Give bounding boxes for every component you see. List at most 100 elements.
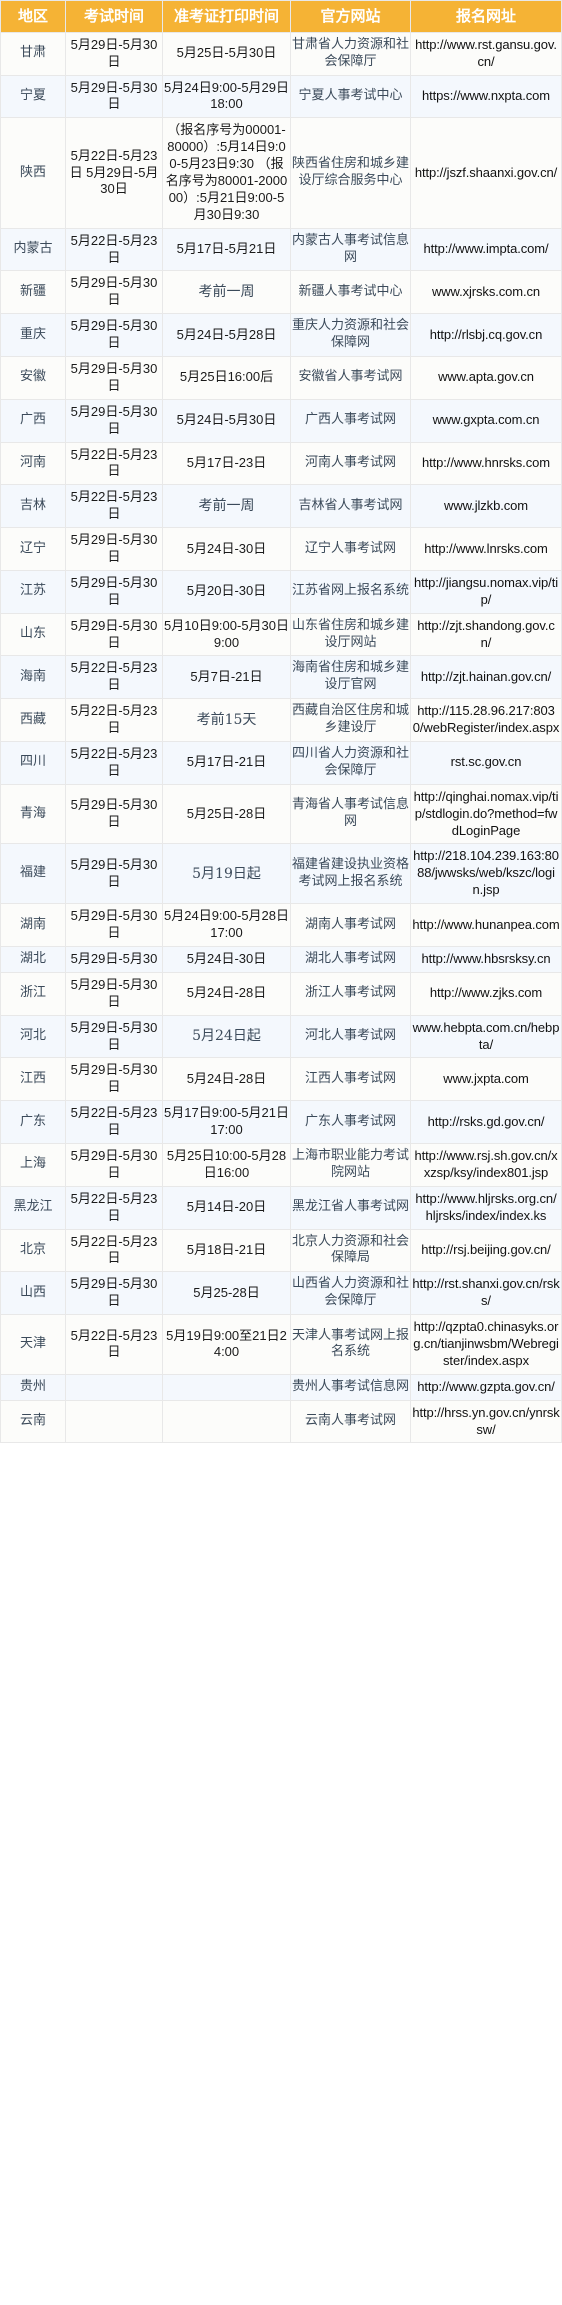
cell-exam-time: 5月29日-5月30日 [66,1143,162,1186]
cell-admit-print-time: 5月24日9:00-5月29日18:00 [163,75,290,118]
table-row: 广东 5月22日-5月23日 5月17日9:00-5月21日17:00 广东人事考试网… [1,1101,561,1143]
cell-region: 湖北 [1,946,65,972]
cell-region: 黑龙江 [1,1186,65,1229]
cell-exam-time: 5月29日-5月30日 [66,570,162,613]
table-row: 北京 5月22日-5月23日 5月18日-21日 北京人力资源和社会保障局 http:/… [1,1229,561,1272]
cell-official-site: 西藏自治区住房和城乡建设厅 [291,699,410,742]
cell-region: 宁夏 [1,75,65,118]
cell-exam-time: 5月29日-5月30日 [66,904,162,946]
table-header-row: 地区 考试时间 准考证打印时间 官方网站 报名网址 [1,1,561,32]
cell-region: 新疆 [1,271,65,314]
cell-admit-print-time: 5月25日16:00后 [163,357,290,399]
table-row: 吉林 5月22日-5月23日 考前一周 吉林省人事考试网 www.jlzkb.com [1,485,561,528]
cell-register-url: http://qinghai.nomax.vip/tip/stdlogin.do… [411,784,561,844]
cell-admit-print-time: 5月17日9:00-5月21日17:00 [163,1101,290,1143]
cell-register-url: http://zjt.shandong.gov.cn/ [411,613,561,656]
cell-region: 西藏 [1,699,65,742]
cell-exam-time: 5月29日-5月30日 [66,399,162,442]
cell-register-url: www.xjrsks.com.cn [411,271,561,314]
cell-register-url: http://rlsbj.cq.gov.cn [411,314,561,356]
cell-region: 重庆 [1,314,65,356]
cell-exam-time: 5月29日-5月30日 [66,972,162,1015]
cell-register-url: http://www.rsj.sh.gov.cn/xxzsp/ksy/index… [411,1143,561,1186]
cell-register-url: http://www.hnrsks.com [411,442,561,485]
cell-exam-time: 5月29日-5月30日 [66,271,162,314]
cell-official-site: 福建省建设执业资格考试网上报名系统 [291,844,410,904]
cell-region: 云南 [1,1400,65,1443]
cell-register-url: http://jszf.shaanxi.gov.cn/ [411,118,561,228]
cell-exam-time: 5月29日-5月30日 [66,1015,162,1058]
cell-register-url: http://www.lnrsks.com [411,528,561,570]
cell-exam-time: 5月22日-5月23日 [66,1186,162,1229]
column-header-region: 地区 [1,1,65,32]
cell-admit-print-time: 5月7日-21日 [163,656,290,699]
table-row: 山东 5月29日-5月30日 5月10日9:00-5月30日9:00 山东省住房和城乡… [1,613,561,656]
cell-region: 内蒙古 [1,228,65,271]
cell-region: 青海 [1,784,65,844]
cell-admit-print-time: 5月25日-28日 [163,784,290,844]
table-row: 重庆 5月29日-5月30日 5月24日-5月28日 重庆人力资源和社会保障网 http… [1,314,561,356]
cell-region: 海南 [1,656,65,699]
cell-register-url: www.apta.gov.cn [411,357,561,399]
cell-admit-print-time: 5月25日10:00-5月28日16:00 [163,1143,290,1186]
cell-admit-print-time: 5月17日-23日 [163,442,290,485]
cell-region: 福建 [1,844,65,904]
table-row: 辽宁 5月29日-5月30日 5月24日-30日 辽宁人事考试网 http://www.… [1,528,561,570]
cell-admit-print-time: 5月19日起 [163,844,290,904]
cell-admit-print-time: 5月24日-5月30日 [163,399,290,442]
cell-register-url: http://jiangsu.nomax.vip/tip/ [411,570,561,613]
cell-official-site: 山东省住房和城乡建设厅网站 [291,613,410,656]
cell-exam-time: 5月29日-5月30日 [66,613,162,656]
table-row: 陕西 5月22日-5月23日 5月29日-5月30日 （报名序号为00001-800… [1,118,561,228]
cell-region: 吉林 [1,485,65,528]
cell-admit-print-time [163,1374,290,1400]
cell-exam-time: 5月29日-5月30日 [66,1272,162,1315]
cell-region: 安徽 [1,357,65,399]
cell-exam-time: 5月22日-5月23日 [66,699,162,742]
cell-admit-print-time: 5月14日-20日 [163,1186,290,1229]
cell-region: 河南 [1,442,65,485]
cell-region: 浙江 [1,972,65,1015]
cell-official-site: 甘肃省人力资源和社会保障厅 [291,32,410,75]
cell-official-site: 湖南人事考试网 [291,904,410,946]
table-row: 山西 5月29日-5月30日 5月25-28日 山西省人力资源和社会保障厅 http:/… [1,1272,561,1315]
cell-exam-time: 5月22日-5月23日 [66,656,162,699]
cell-register-url: http://218.104.239.163:8088/jwwsks/web/k… [411,844,561,904]
table-row: 贵州 贵州人事考试信息网 http://www.gzpta.gov.cn/ [1,1374,561,1400]
cell-region: 江西 [1,1058,65,1101]
cell-admit-print-time: 5月24日-30日 [163,528,290,570]
cell-admit-print-time: 5月19日9:00至21日24:00 [163,1315,290,1374]
cell-official-site: 重庆人力资源和社会保障网 [291,314,410,356]
table-row: 江苏 5月29日-5月30日 5月20日-30日 江苏省网上报名系统 http://ji… [1,570,561,613]
cell-admit-print-time: 考前15天 [163,699,290,742]
cell-register-url: http://www.hunanpea.com [411,904,561,946]
cell-region: 江苏 [1,570,65,613]
cell-region: 湖南 [1,904,65,946]
table-row: 黑龙江 5月22日-5月23日 5月14日-20日 黑龙江省人事考试网 http://w… [1,1186,561,1229]
cell-admit-print-time: 5月24日-28日 [163,972,290,1015]
cell-exam-time: 5月22日-5月23日 [66,442,162,485]
cell-official-site: 山西省人力资源和社会保障厅 [291,1272,410,1315]
cell-official-site: 安徽省人事考试网 [291,357,410,399]
cell-official-site: 海南省住房和城乡建设厅官网 [291,656,410,699]
cell-region: 上海 [1,1143,65,1186]
cell-register-url: http://www.gzpta.gov.cn/ [411,1374,561,1400]
cell-exam-time: 5月29日-5月30日 [66,1058,162,1101]
cell-admit-print-time: 考前一周 [163,485,290,528]
cell-exam-time: 5月29日-5月30日 [66,844,162,904]
cell-official-site: 辽宁人事考试网 [291,528,410,570]
cell-admit-print-time: 5月20日-30日 [163,570,290,613]
cell-official-site: 黑龙江省人事考试网 [291,1186,410,1229]
cell-region: 广西 [1,399,65,442]
cell-region: 甘肃 [1,32,65,75]
cell-exam-time: 5月22日-5月23日 [66,1101,162,1143]
cell-region: 北京 [1,1229,65,1272]
cell-official-site: 上海市职业能力考试院网站 [291,1143,410,1186]
cell-admit-print-time: 考前一周 [163,271,290,314]
table-row: 青海 5月29日-5月30日 5月25日-28日 青海省人事考试信息网 http://q… [1,784,561,844]
table-row: 江西 5月29日-5月30日 5月24日-28日 江西人事考试网 www.jxpta.c… [1,1058,561,1101]
cell-exam-time: 5月29日-5月30日 [66,357,162,399]
table-row: 上海 5月29日-5月30日 5月25日10:00-5月28日16:00 上海市职业能… [1,1143,561,1186]
cell-register-url: http://hrss.yn.gov.cn/ynrsksw/ [411,1400,561,1443]
cell-admit-print-time: 5月24日起 [163,1015,290,1058]
